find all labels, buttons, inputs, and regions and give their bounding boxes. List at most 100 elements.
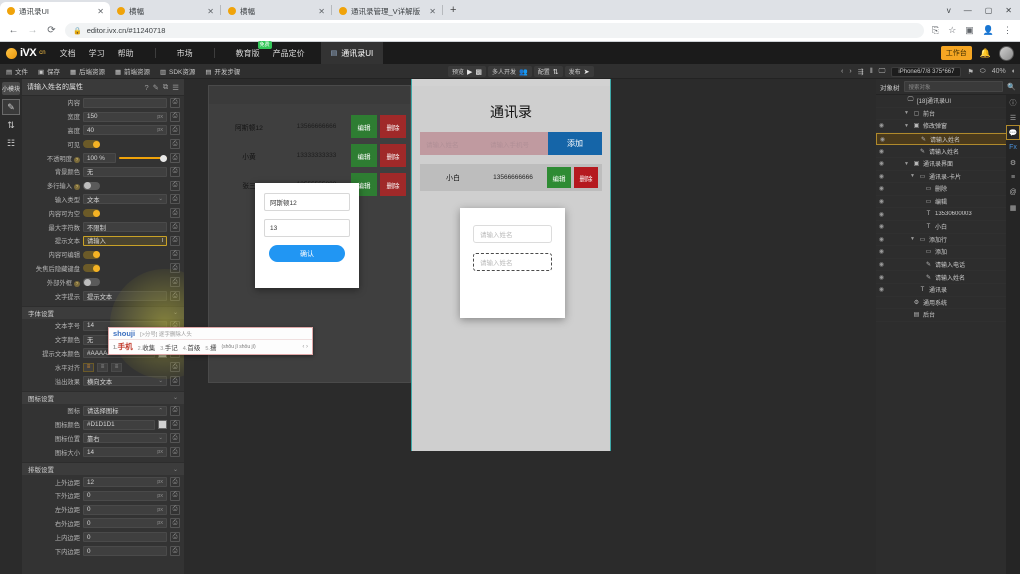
copy-icon[interactable]: ⎙ xyxy=(170,208,180,219)
opacity-slider[interactable] xyxy=(119,153,167,163)
iconposition-select[interactable]: 靠右 ⌄ xyxy=(83,433,167,444)
help-badge-icon[interactable]: ? xyxy=(74,280,80,287)
tree-node[interactable]: ▤ 后台 xyxy=(876,309,1020,322)
nullable-toggle[interactable] xyxy=(83,209,100,218)
copy-icon[interactable]: ⎙ xyxy=(170,477,180,488)
close-icon[interactable]: ✕ xyxy=(97,7,104,16)
window-menu-icon[interactable]: v xyxy=(947,6,951,15)
outerframe-toggle[interactable] xyxy=(83,278,100,287)
chevron-down-icon[interactable]: ▼ xyxy=(909,173,916,179)
tree-node[interactable]: ◉ ▼ ▭ 通讯录-卡片 xyxy=(876,171,1020,184)
padding-top-input[interactable]: 0 xyxy=(83,532,167,543)
maxchars-input[interactable]: 不限制 xyxy=(83,222,167,233)
eye-icon[interactable]: ◉ xyxy=(876,223,887,230)
align-left-icon[interactable]: ≡ xyxy=(83,362,94,372)
inputtype-select[interactable]: 文本 ⌄ xyxy=(83,194,167,205)
zoom-level[interactable]: 40% xyxy=(992,68,1006,75)
ime-candidate[interactable]: 3.手记 xyxy=(160,342,178,352)
visible-toggle[interactable] xyxy=(83,140,100,149)
table-row[interactable]: 小黄 13333333333 编辑 删除 xyxy=(209,141,410,170)
chevron-down-icon[interactable]: ▼ xyxy=(903,161,910,167)
toolbar-frontend-resource[interactable]: ▦ 前端资源 xyxy=(115,66,150,77)
dialog-name-input[interactable]: 请输入姓名 xyxy=(473,225,552,243)
edit-pen-icon[interactable]: ✎ xyxy=(2,99,20,115)
height-input[interactable]: 40 px xyxy=(83,125,167,136)
copy-icon[interactable]: ⎙ xyxy=(170,433,180,444)
section-icon[interactable]: 图标设置 ⌄ xyxy=(22,390,184,404)
extensions-icon[interactable]: ▣ xyxy=(965,25,974,36)
hidekeyboard-toggle[interactable] xyxy=(83,264,100,273)
eye-icon[interactable]: ◉ xyxy=(876,173,887,180)
browser-menu-icon[interactable]: ⋮ xyxy=(1003,25,1012,36)
copy-icon[interactable]: ⎙ xyxy=(170,97,180,108)
overflow-select[interactable]: 横向文本 ⌄ xyxy=(83,376,167,387)
chevron-down-icon[interactable]: ⌄ xyxy=(173,309,178,316)
copy-icon[interactable]: ⎙ xyxy=(170,490,180,501)
close-icon[interactable]: ✕ xyxy=(318,7,325,16)
install-icon[interactable]: ⎘ xyxy=(932,25,939,36)
icon-select[interactable]: 请选择图标 ⌃ xyxy=(83,405,167,416)
chevron-down-icon[interactable]: ▼ xyxy=(903,110,910,116)
eye-icon[interactable]: ◉ xyxy=(876,122,887,129)
tree-node[interactable]: ◉ ▭ 删除 xyxy=(876,183,1020,196)
browser-tab[interactable]: 横幅 ✕ xyxy=(110,2,220,20)
close-icon[interactable]: ✕ xyxy=(429,7,436,16)
dialog-name-input-selected[interactable]: 请输入姓名 xyxy=(473,253,552,271)
chevron-down-icon[interactable]: ⌄ xyxy=(173,466,178,473)
dialog-name-input[interactable]: 阿斯顿12 xyxy=(264,193,350,211)
reload-icon[interactable]: ⟳ xyxy=(46,25,57,36)
delete-button[interactable]: 删除 xyxy=(380,173,406,196)
width-input[interactable]: 150 px xyxy=(83,111,167,122)
edit-button[interactable]: 编辑 xyxy=(547,167,571,188)
edit-dialog[interactable]: 请输入姓名 请输入姓名 xyxy=(460,208,565,318)
tree-node[interactable]: ◉ ▼ ▣ 通讯录界面 xyxy=(876,158,1020,171)
eye-icon[interactable]: ◉ xyxy=(876,274,887,281)
align-right-icon[interactable]: ≡ xyxy=(111,362,122,372)
preview-group[interactable]: 预览 ▶ ▩ xyxy=(448,66,487,77)
prev-icon[interactable]: ‹ xyxy=(841,68,843,75)
toolbar-dev-steps[interactable]: ▤ 开发步骤 xyxy=(205,66,240,77)
ime-candidate[interactable]: 4.首级 xyxy=(183,342,201,352)
bgcolor-input[interactable]: 无 xyxy=(83,166,167,177)
screen-icon[interactable]: 🖵 xyxy=(879,68,886,76)
content-input[interactable] xyxy=(83,97,167,108)
toolbar-backend-resource[interactable]: ▦ 后端资源 xyxy=(70,66,105,77)
copy-icon[interactable]: ⎙ xyxy=(170,532,180,543)
eye-icon[interactable]: ◉ xyxy=(876,148,887,155)
slider-thumb[interactable] xyxy=(160,154,167,162)
dialog-phone-input[interactable]: 13 xyxy=(264,219,350,237)
eye-icon[interactable]: ◉ xyxy=(877,136,888,143)
maximize-icon[interactable]: ▢ xyxy=(985,6,993,15)
edit-icon[interactable]: ✎ xyxy=(153,83,159,92)
ime-page-arrows[interactable]: ‹ › xyxy=(302,344,308,350)
eye-icon[interactable]: ◉ xyxy=(876,261,887,268)
gear-icon[interactable]: ⚙ xyxy=(1006,155,1020,170)
browser-tab[interactable]: 通讯录管理_V详解版 ✕ xyxy=(332,2,442,20)
name-input[interactable]: 请输入姓名 xyxy=(420,132,484,155)
copy-icon[interactable]: ⎙ xyxy=(170,166,180,177)
toolbar-save[interactable]: ▣ 保存 xyxy=(38,66,60,77)
eye-icon[interactable]: ◉ xyxy=(876,185,887,192)
phone-input[interactable]: 请输入手机号 xyxy=(484,132,548,155)
phone-preview-frame[interactable]: 通讯录 请输入姓名 请输入手机号 添加 小白 13566666666 编辑 删除… xyxy=(411,79,611,451)
copy-icon[interactable]: ⎙ xyxy=(170,180,180,191)
tooltip-input[interactable]: 提示文本 xyxy=(83,291,167,302)
tree-node[interactable]: ◉ T 通讯录 xyxy=(876,284,1020,297)
rail-tag-module[interactable]: 小模块 xyxy=(2,82,20,95)
eye-icon[interactable]: ◉ xyxy=(876,160,887,167)
help-icon[interactable]: ? xyxy=(144,83,148,92)
publish-group[interactable]: 发布 ➤ xyxy=(564,66,594,77)
copy-icon[interactable]: ⎙ xyxy=(170,125,180,136)
menu-item-help[interactable]: 帮助 xyxy=(118,48,134,59)
tree-node[interactable]: ▼ ▢ 前台 xyxy=(876,108,1020,121)
search-icon[interactable]: 🔍 xyxy=(1007,83,1016,91)
search-input[interactable]: 搜索对象 xyxy=(903,81,1004,92)
placeholder-input[interactable]: 请输入 I xyxy=(83,235,167,246)
table-row[interactable]: 阿斯顿12 13566666666 编辑 删除 xyxy=(209,112,410,141)
info-icon[interactable]: ⓘ xyxy=(1006,95,1020,110)
iconcolor-input[interactable]: #D1D1D1 xyxy=(83,419,155,430)
section-layout[interactable]: 排版设置 ⌄ xyxy=(22,462,184,476)
multiuser-group[interactable]: 多人开发 👥 xyxy=(488,66,532,77)
padding-bottom-input[interactable]: 0 xyxy=(83,546,167,556)
project-tab[interactable]: ▤ 通讯录UI xyxy=(320,42,384,64)
